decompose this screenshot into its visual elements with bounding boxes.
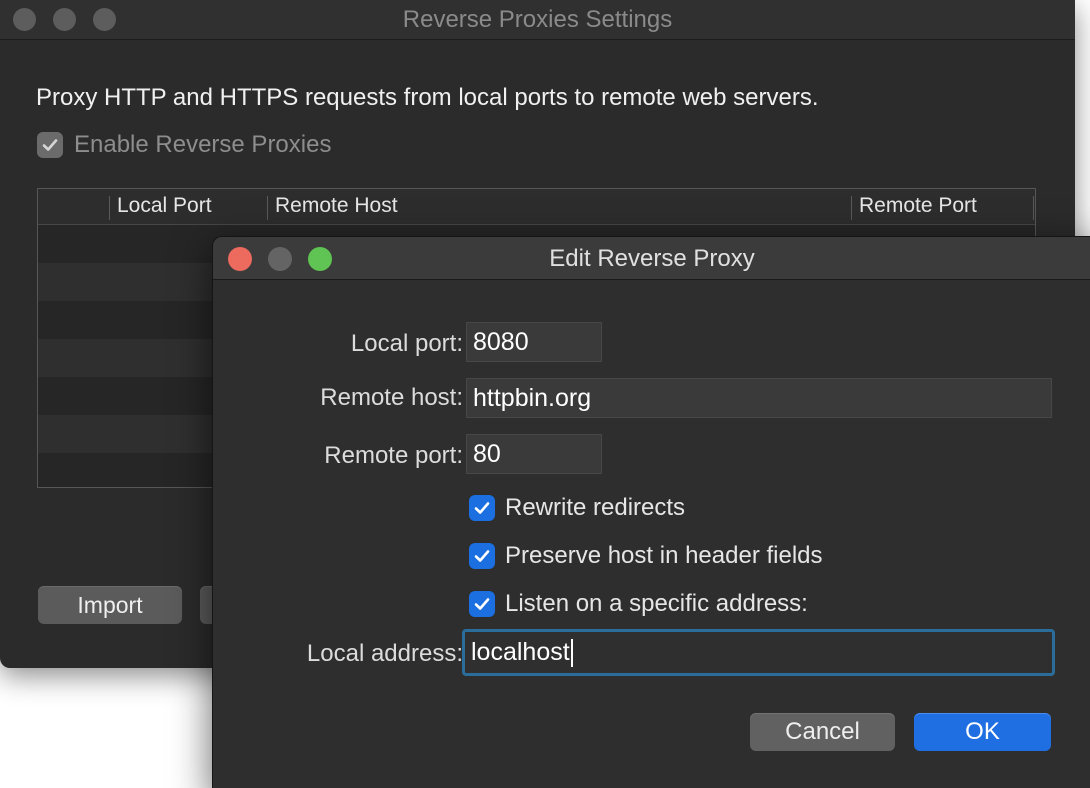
column-divider[interactable] [851,196,852,220]
remote-port-label: Remote port: [324,442,463,469]
local-port-label: Local port: [350,330,463,357]
description-text: Proxy HTTP and HTTPS requests from local… [36,84,819,111]
checkbox-checked-icon [469,543,495,569]
settings-titlebar: Reverse Proxies Settings [0,0,1075,40]
rewrite-redirects-checkbox[interactable]: Rewrite redirects [469,493,685,523]
table-header: Local Port Remote Host Remote Port [38,189,1035,225]
listen-specific-address-checkbox[interactable]: Listen on a specific address: [469,589,808,619]
checkbox-checked-icon [37,132,63,158]
dialog-titlebar: Edit Reverse Proxy [213,237,1090,280]
enable-reverse-proxies-checkbox[interactable]: Enable Reverse Proxies [37,130,331,160]
local-address-input[interactable]: localhost [462,629,1055,676]
enable-reverse-proxies-label: Enable Reverse Proxies [74,131,332,158]
local-port-value: 8080 [473,327,529,356]
column-divider[interactable] [267,196,268,220]
remote-host-value: httpbin.org [473,383,592,412]
checkbox-checked-icon [469,495,495,521]
listen-specific-address-label: Listen on a specific address: [505,590,808,617]
window-title: Reverse Proxies Settings [402,6,673,33]
checkbox-checked-icon [469,591,495,617]
remote-host-label: Remote host: [320,384,463,411]
rewrite-redirects-label: Rewrite redirects [505,494,686,521]
column-divider [1033,196,1034,220]
preserve-host-checkbox[interactable]: Preserve host in header fields [469,541,823,571]
column-divider[interactable] [109,196,110,220]
ok-button[interactable]: OK [914,713,1051,751]
column-header-remote-host[interactable]: Remote Host [275,194,398,218]
dialog-title: Edit Reverse Proxy [549,245,755,272]
local-address-label: Local address: [306,640,463,667]
remote-port-input[interactable]: 80 [466,434,602,474]
cancel-button[interactable]: Cancel [750,713,895,751]
local-address-value: localhost [471,638,570,666]
preserve-host-label: Preserve host in header fields [505,542,823,569]
remote-host-input[interactable]: httpbin.org [466,378,1052,418]
column-header-local-port[interactable]: Local Port [117,194,212,218]
edit-reverse-proxy-dialog: Edit Reverse Proxy Local port: 8080 Remo… [212,236,1090,788]
column-header-remote-port[interactable]: Remote Port [859,194,977,218]
remote-port-value: 80 [473,439,501,468]
text-cursor [570,638,573,667]
import-button[interactable]: Import [38,586,182,624]
local-port-input[interactable]: 8080 [466,322,602,362]
